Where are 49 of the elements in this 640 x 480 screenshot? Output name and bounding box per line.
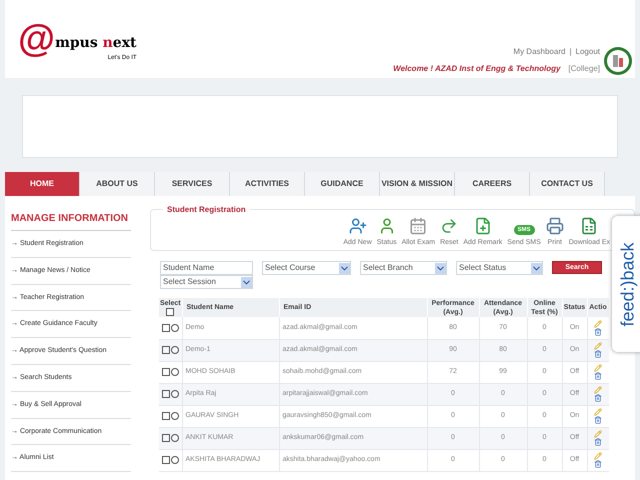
select-dropdown[interactable]: Select Course	[262, 261, 351, 275]
delete-icon[interactable]	[594, 372, 602, 380]
redo-icon	[440, 216, 458, 234]
student-name-field[interactable]: Student Name	[160, 261, 253, 275]
delete-icon[interactable]	[594, 328, 602, 336]
delete-icon[interactable]	[594, 350, 602, 358]
row-radio[interactable]	[171, 346, 179, 354]
row-radio[interactable]	[171, 456, 179, 464]
panel-title: Student Registration	[163, 204, 250, 216]
row-radio[interactable]	[171, 412, 179, 420]
nav-tab[interactable]: CAREERS	[455, 172, 530, 196]
printer-icon	[546, 216, 564, 234]
select-dropdown[interactable]: Select Status	[456, 261, 543, 275]
select-dropdown[interactable]: Select Session	[160, 275, 253, 289]
nav-tab[interactable]: SERVICES	[155, 172, 230, 196]
user-add-icon	[348, 216, 367, 234]
delete-icon[interactable]	[594, 394, 602, 402]
logout-link[interactable]: Logout	[576, 46, 600, 58]
note-add-icon	[474, 216, 492, 234]
dashboard-link[interactable]: My Dashboard	[513, 46, 566, 58]
row-checkbox[interactable]	[162, 434, 170, 442]
calendar-icon	[409, 216, 428, 234]
row-radio[interactable]	[171, 390, 179, 398]
row-checkbox[interactable]	[162, 412, 170, 420]
nav-tab[interactable]: ACTIVITIES	[230, 172, 305, 196]
row-checkbox[interactable]	[162, 346, 170, 354]
row-radio[interactable]	[171, 434, 179, 442]
row-checkbox[interactable]	[162, 390, 170, 398]
nav-tab[interactable]: GUIDANCE	[305, 172, 380, 196]
row-checkbox[interactable]	[162, 368, 170, 376]
nav-tab[interactable]: ABOUT US	[80, 172, 155, 196]
select-dropdown[interactable]: Select Branch	[360, 261, 447, 275]
delete-icon[interactable]	[594, 416, 602, 424]
feedback-tab[interactable]: feed:)back	[612, 216, 640, 352]
link-separator: |	[569, 46, 572, 58]
nav-tab[interactable]: CONTACT US	[530, 172, 605, 196]
welcome-text: Welcome ! AZAD Inst of Engg & Technology	[393, 63, 560, 75]
delete-icon[interactable]	[594, 438, 602, 446]
select-all-checkbox[interactable]	[166, 308, 174, 316]
role-label: [College]	[568, 63, 600, 75]
row-checkbox[interactable]	[162, 324, 170, 332]
row-radio[interactable]	[171, 368, 179, 376]
row-radio[interactable]	[171, 324, 179, 332]
nav-tab[interactable]: VISION & MISSION	[380, 172, 455, 196]
row-checkbox[interactable]	[162, 456, 170, 464]
nav-tab[interactable]: HOME	[5, 172, 80, 196]
delete-icon[interactable]	[594, 460, 602, 468]
sidebar-title: MANAGE INFORMATION	[11, 211, 131, 231]
spreadsheet-icon	[580, 216, 598, 234]
